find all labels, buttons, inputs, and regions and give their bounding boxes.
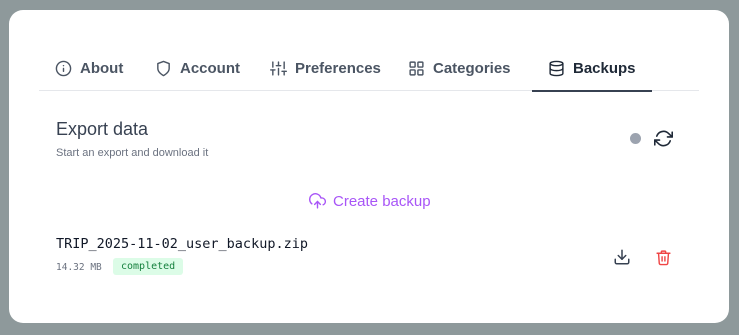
- cloud-upload-icon: [309, 193, 326, 209]
- status-badge: completed: [113, 258, 184, 275]
- shield-icon: [157, 60, 170, 77]
- tab-bar: About Account Preferences Categories Bac…: [39, 46, 699, 92]
- tab-backups-label: Backups: [573, 60, 636, 77]
- tab-preferences[interactable]: Preferences: [270, 46, 381, 91]
- refresh-icon: [653, 130, 673, 146]
- tab-about-label: About: [80, 60, 124, 77]
- grid-icon: [409, 61, 424, 76]
- create-backup-button[interactable]: Create backup: [309, 193, 431, 210]
- tab-account[interactable]: Account: [155, 46, 240, 91]
- tab-about[interactable]: About: [55, 46, 123, 91]
- tab-categories[interactable]: Categories: [408, 46, 511, 91]
- backup-size: 14.32 MB: [56, 262, 102, 273]
- tab-preferences-label: Preferences: [295, 60, 381, 77]
- status-indicator: [630, 133, 641, 144]
- refresh-button[interactable]: [652, 127, 674, 149]
- settings-card: About Account Preferences Categories Bac…: [9, 10, 729, 323]
- page-title: Export data: [56, 119, 149, 139]
- info-circle-icon: [55, 60, 72, 77]
- create-backup-label: Create backup: [333, 193, 431, 210]
- delete-button[interactable]: [652, 246, 674, 268]
- database-icon: [549, 60, 564, 77]
- backup-filename: TRIP_2025-11-02_user_backup.zip: [56, 236, 308, 252]
- sliders-icon: [270, 61, 287, 76]
- tab-account-label: Account: [180, 60, 240, 77]
- page-subtitle: Start an export and download it: [56, 147, 209, 159]
- tab-backups[interactable]: Backups: [532, 46, 651, 92]
- download-button[interactable]: [611, 246, 633, 268]
- trash-icon: [655, 249, 671, 265]
- tab-categories-label: Categories: [433, 60, 511, 77]
- download-icon: [614, 249, 630, 265]
